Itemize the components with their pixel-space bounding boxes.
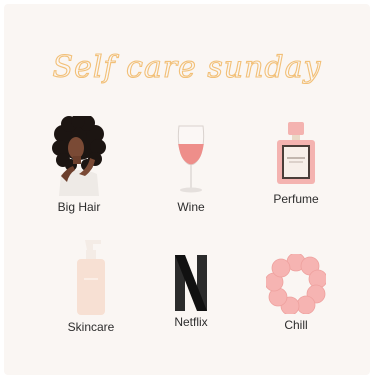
label-big-hair: Big Hair bbox=[57, 200, 101, 214]
title-script: Self care sunday bbox=[52, 49, 322, 85]
title-text: Self care sunday bbox=[53, 50, 322, 85]
netflix-logo-icon bbox=[175, 255, 207, 311]
label-perfume: Perfume bbox=[273, 192, 319, 206]
label-netflix: Netflix bbox=[174, 315, 208, 329]
tile-chill: Chill bbox=[246, 254, 346, 332]
curly-hair-woman-icon bbox=[52, 116, 106, 196]
tile-netflix: Netflix bbox=[141, 255, 241, 329]
label-chill: Chill bbox=[284, 318, 308, 332]
page-title: Self care sunday bbox=[0, 42, 374, 92]
tile-skincare: Skincare bbox=[41, 238, 141, 334]
scrunchie-icon bbox=[266, 254, 326, 314]
wine-glass-icon bbox=[177, 125, 205, 193]
perfume-bottle-icon bbox=[277, 122, 315, 184]
tile-wine: Wine bbox=[141, 124, 241, 214]
label-wine: Wine bbox=[177, 200, 205, 214]
label-skincare: Skincare bbox=[67, 320, 115, 334]
pump-bottle-icon bbox=[77, 240, 105, 315]
tile-big-hair: Big Hair bbox=[29, 116, 129, 214]
tile-perfume: Perfume bbox=[246, 122, 346, 206]
